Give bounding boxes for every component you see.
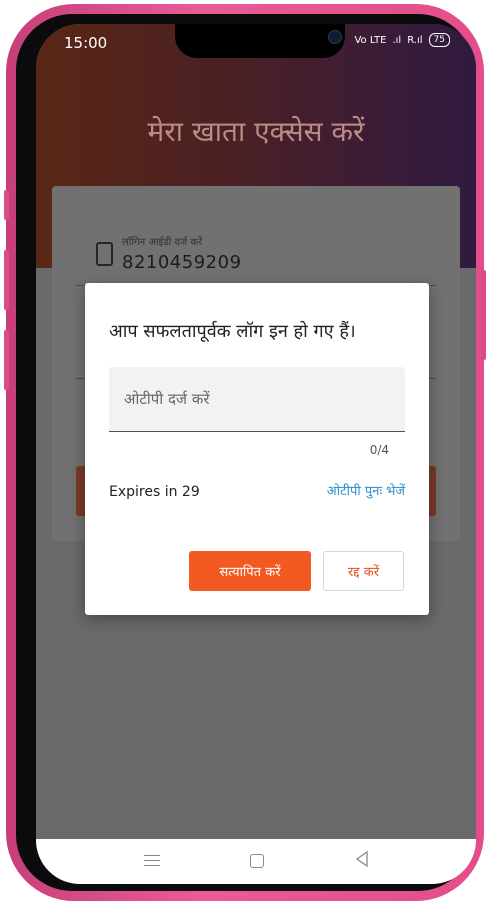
- status-bar: 15:00 Vo LTE .ıl R.ıl 75: [36, 24, 476, 58]
- otp-dialog: आप सफलतापूर्वक लॉग इन हो गए हैं। 0/4 Exp…: [85, 283, 429, 615]
- login-id-label: लॉगिन आईडी दर्ज करें: [122, 237, 203, 248]
- status-time: 15:00: [64, 34, 108, 52]
- android-nav-bar: [36, 839, 476, 884]
- resend-otp-link[interactable]: ओटीपी पुनः भेजें: [327, 481, 405, 499]
- side-button-right: [481, 270, 486, 360]
- camera-icon: [328, 30, 342, 44]
- status-icons: Vo LTE .ıl R.ıl 75: [354, 33, 450, 47]
- dialog-title: आप सफलतापूर्वक लॉग इन हो गए हैं।: [109, 321, 356, 342]
- menu-icon[interactable]: [144, 855, 160, 870]
- login-id-value: 8210459209: [122, 252, 242, 273]
- signal-icon: .ıl: [392, 34, 402, 46]
- otp-input[interactable]: [109, 367, 405, 431]
- otp-field: [109, 367, 405, 432]
- side-button-left-1: [4, 190, 9, 220]
- mobile-phone-icon: [96, 242, 113, 266]
- otp-expiry-text: Expires in 29: [109, 484, 200, 500]
- login-id-field[interactable]: लॉगिन आईडी दर्ज करें 8210459209: [76, 226, 436, 284]
- page-title: मेरा खाता एक्सेस करें: [147, 115, 365, 148]
- battery-icon: 75: [428, 33, 450, 47]
- cancel-button[interactable]: रद्द करें: [323, 551, 404, 591]
- otp-char-counter: 0/4: [369, 443, 389, 457]
- camera-notch: [175, 24, 345, 58]
- home-icon[interactable]: [250, 854, 264, 868]
- side-button-left-2: [4, 250, 9, 310]
- signal-roaming-icon: R.ıl: [407, 34, 423, 46]
- back-icon[interactable]: [354, 850, 370, 868]
- verify-button[interactable]: सत्यापित करें: [189, 551, 311, 591]
- volte-icon: Vo LTE: [354, 34, 387, 46]
- side-button-left-3: [4, 330, 9, 390]
